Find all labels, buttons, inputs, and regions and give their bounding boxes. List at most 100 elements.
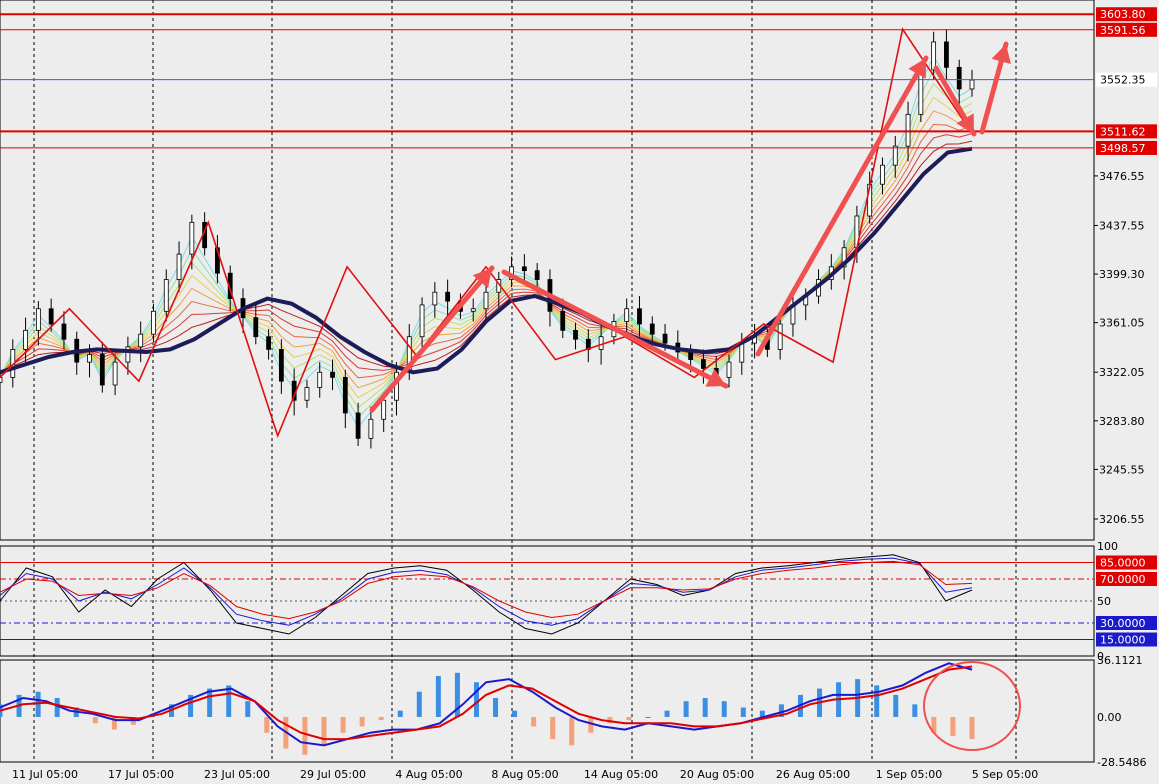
- macd-histogram-bar-negative: [969, 716, 975, 740]
- macd-tick-label: 36.1121: [1097, 654, 1143, 667]
- macd-histogram-bar-positive: [683, 701, 689, 717]
- candle-up: [304, 387, 310, 401]
- candle-up: [905, 113, 911, 147]
- candle-up: [432, 291, 438, 306]
- candle-down: [649, 323, 655, 335]
- macd-histogram-bar-positive: [912, 704, 918, 717]
- macd-histogram-bar-negative: [321, 716, 327, 746]
- time-axis-label: 23 Jul 05:00: [204, 768, 270, 781]
- candle-down: [278, 349, 284, 382]
- macd-tick-label: 0.00: [1097, 711, 1122, 724]
- stochastic-level-tag: 85.0000: [1100, 557, 1146, 570]
- candle-down: [944, 41, 949, 68]
- candle-up: [880, 164, 885, 185]
- macd-histogram-bar-negative: [626, 716, 632, 721]
- time-axis-label: 4 Aug 05:00: [395, 768, 462, 781]
- price-tick-label: 3245.55: [1099, 463, 1145, 476]
- candle-up: [23, 329, 28, 350]
- time-axis-label: 29 Jul 05:00: [300, 768, 366, 781]
- candle-up: [0, 376, 3, 383]
- time-axis-label: 20 Aug 05:00: [680, 768, 754, 781]
- macd-histogram-bar-positive: [702, 698, 708, 717]
- candle-up: [317, 371, 323, 388]
- macd-histogram-bar-negative: [950, 716, 956, 736]
- macd-histogram-bar-positive: [740, 707, 746, 717]
- price-tick-label: 3437.55: [1099, 219, 1145, 232]
- candle-down: [534, 270, 540, 280]
- candle-up: [726, 361, 732, 378]
- candle-up: [87, 354, 92, 363]
- time-axis-label: 11 Jul 05:00: [12, 768, 78, 781]
- macd-histogram-bar-negative: [302, 716, 308, 755]
- candle-up: [470, 308, 476, 312]
- candle-up: [189, 221, 195, 255]
- macd-histogram-bar-positive: [416, 691, 422, 717]
- candle-down: [330, 371, 335, 378]
- candle-up: [969, 79, 975, 90]
- candle-up: [598, 336, 604, 350]
- candle-up: [777, 323, 783, 350]
- stochastic-tick-label: 100: [1097, 540, 1118, 553]
- macd-histogram-bar-negative: [378, 716, 384, 721]
- time-axis-label: 26 Aug 05:00: [776, 768, 850, 781]
- time-axis-label: 8 Aug 05:00: [491, 768, 558, 781]
- macd-histogram-bar-positive: [512, 710, 518, 717]
- trading-chart[interactable]: 3476.55 3437.55 3399.30 3361.05 3322.05 3283.…: [0, 0, 1159, 784]
- macd-histogram-bar-negative: [340, 716, 346, 733]
- candle-up: [892, 145, 898, 166]
- macd-histogram-bar-positive: [893, 694, 899, 717]
- price-panel-frame: [0, 0, 1095, 541]
- macd-histogram-bar-negative: [264, 716, 270, 733]
- macd-histogram-bar-negative: [569, 716, 575, 746]
- level-price-tag: 3498.57: [1100, 142, 1146, 155]
- macd-histogram-bar-positive: [645, 716, 651, 718]
- candle-up: [483, 291, 489, 310]
- stochastic-tick-label: 50: [1097, 595, 1111, 608]
- candle-up: [112, 361, 118, 386]
- macd-histogram-bar-positive: [397, 710, 403, 717]
- candle-down: [253, 317, 259, 338]
- price-tick-label: 3322.05: [1099, 366, 1145, 379]
- candle-down: [701, 359, 706, 369]
- candle-down: [573, 329, 578, 340]
- candle-down: [61, 323, 67, 340]
- candle-down: [355, 412, 361, 439]
- candle-down: [956, 66, 962, 90]
- candle-down: [342, 376, 348, 414]
- candle-down: [560, 310, 566, 331]
- macd-histogram-bar-positive: [473, 682, 479, 717]
- macd-histogram-bar-negative: [550, 716, 556, 740]
- candle-up: [419, 304, 425, 338]
- candle-up: [151, 310, 156, 335]
- candle-down: [662, 333, 668, 344]
- stochastic-level-tag: 70.0000: [1100, 573, 1146, 586]
- candle-up: [624, 308, 630, 322]
- stochastic-level-tag: 30.0000: [1100, 617, 1146, 630]
- macd-histogram-bar-positive: [664, 710, 670, 717]
- macd-panel-frame: [0, 659, 1095, 763]
- price-tick-label: 3283.80: [1099, 415, 1145, 428]
- macd-histogram-bar-negative: [359, 716, 365, 727]
- price-tick-label: 3399.30: [1099, 268, 1145, 281]
- macd-histogram-bar-positive: [54, 698, 60, 717]
- candle-down: [637, 308, 642, 325]
- time-axis-label: 5 Sep 05:00: [972, 768, 1038, 781]
- price-tick-label: 3361.05: [1099, 317, 1145, 330]
- candle-up: [739, 342, 745, 363]
- macd-histogram-bar-positive: [721, 701, 727, 717]
- candle-down: [266, 336, 271, 350]
- current-price-tag: 3552.35: [1100, 74, 1146, 87]
- candle-up: [138, 333, 144, 348]
- price-tick-label: 3476.55: [1099, 170, 1145, 183]
- level-price-tag: 3603.80: [1100, 8, 1146, 21]
- candle-up: [176, 253, 182, 280]
- candle-down: [445, 291, 451, 302]
- time-axis-label: 14 Aug 05:00: [584, 768, 658, 781]
- candle-down: [99, 354, 105, 386]
- stochastic-level-tag: 15.0000: [1100, 634, 1146, 647]
- macd-histogram-bar-positive: [435, 675, 441, 717]
- time-axis-label: 17 Jul 05:00: [108, 768, 174, 781]
- macd-histogram-bar-positive: [245, 701, 251, 717]
- candle-down: [688, 351, 694, 360]
- candle-down: [521, 266, 527, 272]
